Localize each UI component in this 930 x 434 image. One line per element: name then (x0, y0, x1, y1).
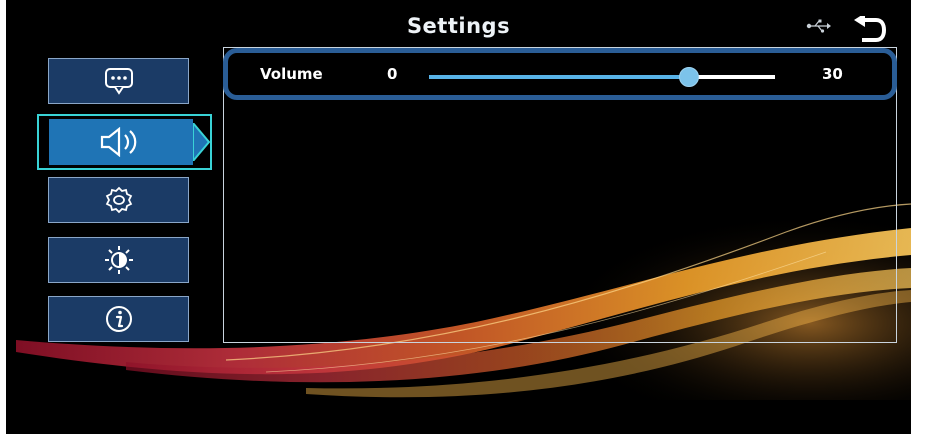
speaker-icon (100, 127, 137, 157)
info-icon (105, 306, 132, 332)
sidebar-item-volume-fill (49, 119, 193, 165)
volume-min-label: 0 (387, 65, 398, 83)
usb-icon (806, 19, 831, 33)
sidebar-item-message[interactable] (48, 58, 189, 104)
volume-max-label: 30 (822, 65, 843, 83)
volume-slider-thumb[interactable] (678, 67, 699, 87)
brightness-icon (104, 246, 133, 274)
sidebar-item-brightness[interactable] (48, 237, 189, 283)
page-title: Settings (406, 14, 511, 38)
sidebar-item-volume[interactable] (37, 114, 212, 170)
settings-screen: Settings Volume 0 30 (6, 0, 911, 434)
sidebar-item-general[interactable] (48, 177, 189, 223)
volume-slider[interactable] (429, 67, 775, 87)
volume-row[interactable]: Volume 0 30 (223, 48, 897, 100)
volume-slider-fill (429, 75, 689, 79)
sidebar-item-info[interactable] (48, 296, 189, 342)
message-icon (104, 68, 133, 95)
volume-label: Volume (260, 65, 323, 83)
gear-icon (105, 186, 132, 214)
back-arrow-icon[interactable] (852, 16, 886, 44)
active-pointer-icon (193, 123, 211, 161)
